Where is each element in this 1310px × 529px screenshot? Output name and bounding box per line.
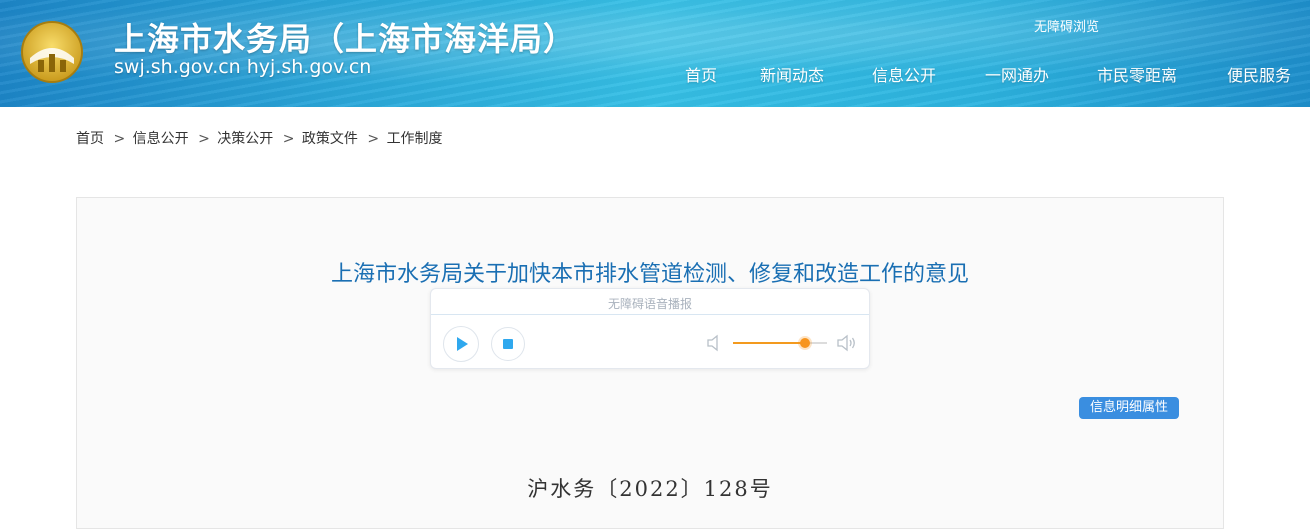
breadcrumb-separator: > bbox=[367, 131, 380, 147]
volume-slider-fill bbox=[733, 342, 806, 344]
info-properties-button[interactable]: 信息明细属性 bbox=[1079, 397, 1179, 419]
breadcrumb-separator: > bbox=[282, 131, 295, 147]
nav-item-online-services[interactable]: 一网通办 bbox=[985, 62, 1049, 86]
breadcrumb-item-policy-documents[interactable]: 政策文件 bbox=[302, 131, 358, 147]
main-nav: 首页 新闻动态 信息公开 一网通办 市民零距离 便民服务 bbox=[0, 62, 1310, 86]
breadcrumb-item-work-rules[interactable]: 工作制度 bbox=[387, 131, 443, 147]
volume-low-icon[interactable] bbox=[707, 334, 721, 352]
breadcrumb: 首页 > 信息公开 > 决策公开 > 政策文件 > 工作制度 bbox=[76, 128, 443, 148]
breadcrumb-separator: > bbox=[113, 131, 126, 147]
play-icon bbox=[457, 337, 468, 351]
nav-item-convenience[interactable]: 便民服务 bbox=[1227, 62, 1291, 86]
accessibility-browse-link[interactable]: 无障碍浏览 bbox=[1034, 16, 1099, 35]
volume-slider-handle[interactable] bbox=[800, 338, 811, 348]
site-header: 上海市水务局（上海市海洋局） swj.sh.gov.cn hyj.sh.gov.… bbox=[0, 0, 1310, 107]
breadcrumb-item-decision-disclosure[interactable]: 决策公开 bbox=[217, 131, 273, 147]
breadcrumb-separator: > bbox=[198, 131, 210, 147]
article-title: 上海市水务局关于加快本市排水管道检测、修复和改造工作的意见 bbox=[330, 262, 969, 287]
stop-button[interactable] bbox=[491, 327, 525, 361]
player-divider bbox=[431, 314, 869, 315]
nav-item-citizen-contact[interactable]: 市民零距离 bbox=[1097, 62, 1177, 86]
site-title: 上海市水务局（上海市海洋局） bbox=[114, 20, 577, 58]
voice-broadcast-player: 无障碍语音播报 bbox=[430, 288, 870, 369]
volume-high-icon[interactable] bbox=[837, 333, 857, 353]
play-button[interactable] bbox=[443, 326, 479, 362]
player-label: 无障碍语音播报 bbox=[607, 297, 692, 311]
stop-icon bbox=[503, 339, 513, 349]
breadcrumb-item-home[interactable]: 首页 bbox=[76, 131, 104, 147]
nav-item-news[interactable]: 新闻动态 bbox=[760, 62, 824, 86]
article-panel: 上海市水务局关于加快本市排水管道检测、修复和改造工作的意见 无障碍语音播报 信息… bbox=[76, 197, 1224, 529]
document-number: 沪水务〔2022〕128号 bbox=[527, 477, 773, 501]
nav-item-info-disclosure[interactable]: 信息公开 bbox=[872, 62, 936, 86]
breadcrumb-item-info-disclosure[interactable]: 信息公开 bbox=[133, 131, 189, 147]
volume-slider[interactable] bbox=[733, 338, 827, 348]
nav-item-home[interactable]: 首页 bbox=[685, 62, 717, 86]
